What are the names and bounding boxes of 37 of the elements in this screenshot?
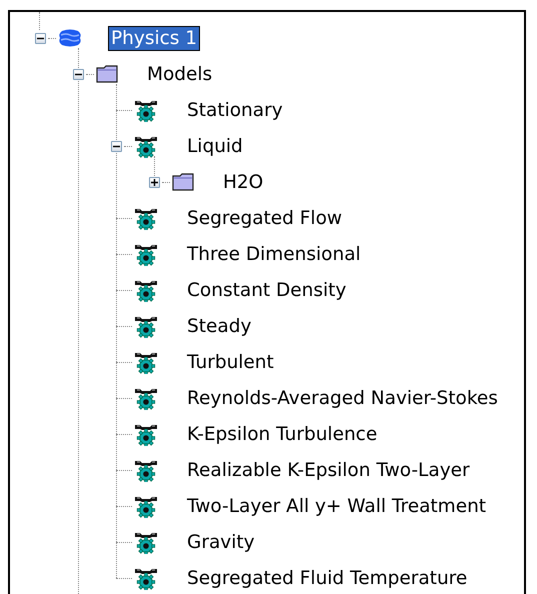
expand-toggle[interactable] <box>148 176 160 188</box>
folder-icon <box>96 65 118 83</box>
tree-item[interactable]: Stationary <box>184 98 286 122</box>
gear-wrench-icon <box>134 134 158 158</box>
gear-wrench-icon <box>134 494 158 518</box>
tree-item[interactable]: Steady <box>184 314 254 338</box>
gear-wrench-icon <box>134 386 158 410</box>
tree-item[interactable]: Models <box>144 62 216 86</box>
tree-item[interactable]: Liquid <box>184 134 246 158</box>
tree-item[interactable]: Segregated Flow <box>184 206 346 230</box>
tree-item[interactable]: Constant Density <box>184 278 350 302</box>
gear-wrench-icon <box>134 422 158 446</box>
cloud-icon <box>58 28 82 48</box>
gear-wrench-icon <box>134 530 158 554</box>
tree-item[interactable]: Turbulent <box>184 350 277 374</box>
tree-item[interactable]: Realizable K-Epsilon Two-Layer <box>184 458 473 482</box>
tree-item[interactable]: K-Epsilon Turbulence <box>184 422 380 446</box>
collapse-toggle[interactable] <box>34 32 46 44</box>
tree-item[interactable]: Three Dimensional <box>184 242 364 266</box>
tree-item[interactable]: Two-Layer All y+ Wall Treatment <box>184 494 490 518</box>
gear-wrench-icon <box>134 566 158 590</box>
tree-item[interactable]: Segregated Fluid Temperature <box>184 566 470 590</box>
gear-wrench-icon <box>134 278 158 302</box>
folder-icon <box>172 173 194 191</box>
plus-icon <box>150 178 158 186</box>
gear-wrench-icon <box>134 98 158 122</box>
gear-wrench-icon <box>134 314 158 338</box>
tree-item[interactable]: Reynolds-Averaged Navier-Stokes <box>184 386 501 410</box>
tree-item[interactable]: Gravity <box>184 530 258 554</box>
gear-wrench-icon <box>134 242 158 266</box>
gear-wrench-icon <box>134 350 158 374</box>
gear-wrench-icon <box>134 458 158 482</box>
collapse-toggle[interactable] <box>110 140 122 152</box>
tree-item[interactable]: Physics 1 <box>108 26 200 50</box>
tree-item[interactable]: H2O <box>220 170 266 194</box>
gear-wrench-icon <box>134 206 158 230</box>
collapse-toggle[interactable] <box>72 68 84 80</box>
